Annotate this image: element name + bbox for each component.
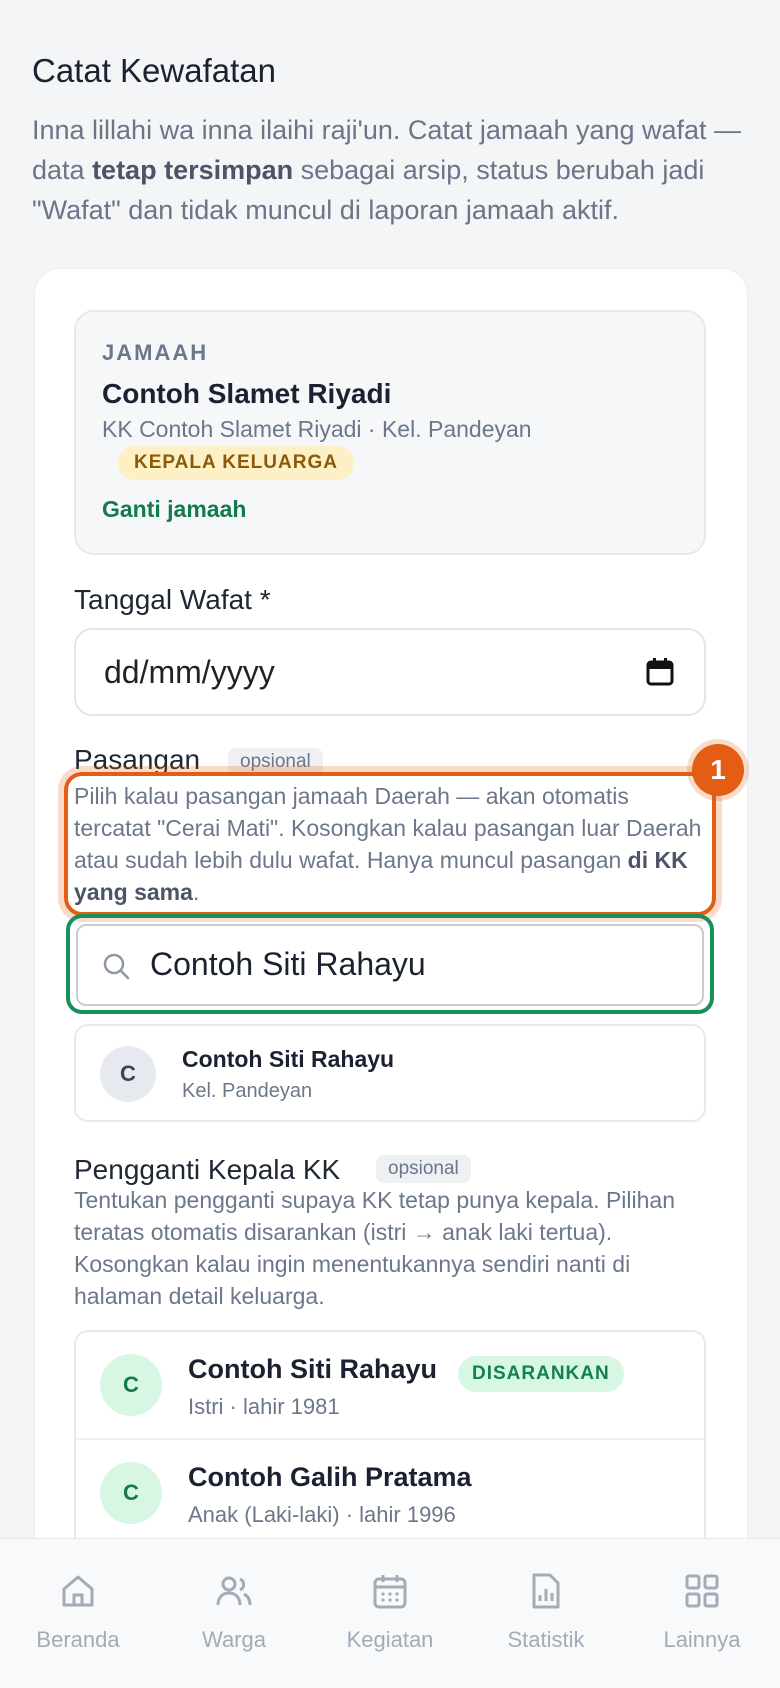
nav-item-beranda[interactable]: Beranda bbox=[0, 1539, 156, 1688]
nav-label: Kegiatan bbox=[346, 1627, 434, 1652]
nav-item-lainnya[interactable]: Lainnya bbox=[624, 1539, 780, 1688]
nav-label: Beranda bbox=[36, 1627, 120, 1652]
spouse-search-input[interactable]: Contoh Siti Rahayu bbox=[76, 924, 704, 1006]
calendar-icon bbox=[373, 1575, 407, 1609]
search-value: Contoh Siti Rahayu bbox=[150, 946, 426, 982]
avatar: C bbox=[100, 1462, 162, 1524]
avatar: C bbox=[100, 1354, 162, 1416]
candidate-row[interactable]: C Contoh Galih Pratama Anak (Laki-laki) … bbox=[76, 1440, 704, 1548]
nav-item-statistik[interactable]: Statistik bbox=[468, 1539, 624, 1688]
jamaah-subtitle: KK Contoh Slamet Riyadi · Kel. Pandeyan bbox=[102, 416, 532, 442]
candidate-row[interactable]: C Contoh Siti Rahayu DISARANKAN Istri · … bbox=[76, 1332, 704, 1440]
candidate-name: Contoh Siti Rahayu bbox=[188, 1354, 437, 1384]
jamaah-overline: JAMAAH bbox=[102, 340, 209, 365]
users-icon bbox=[216, 1576, 252, 1606]
result-subtitle: Kel. Pandeyan bbox=[182, 1080, 313, 1102]
successor-optional-tag: opsional bbox=[376, 1155, 471, 1183]
date-placeholder: dd/mm/yyyy bbox=[104, 654, 275, 690]
grid-icon bbox=[685, 1574, 719, 1608]
role-badge: KEPALA KELUARGA bbox=[118, 446, 354, 480]
annotation-highlight-box bbox=[64, 772, 716, 916]
jamaah-name: Contoh Slamet Riyadi bbox=[102, 378, 392, 409]
bottom-nav: Beranda Warga Kegiatan Statistik Lainnya bbox=[0, 1538, 780, 1688]
nav-label: Warga bbox=[202, 1627, 266, 1652]
result-name: Contoh Siti Rahayu bbox=[182, 1046, 395, 1072]
jamaah-summary: JAMAAH Contoh Slamet Riyadi KK Contoh Sl… bbox=[74, 310, 706, 555]
nav-item-warga[interactable]: Warga bbox=[156, 1539, 312, 1688]
change-jamaah-link[interactable]: Ganti jamaah bbox=[102, 496, 246, 523]
candidate-subtitle: Istri · lahir 1981 bbox=[188, 1394, 340, 1419]
calendar-icon[interactable] bbox=[644, 656, 676, 688]
search-icon bbox=[103, 953, 130, 980]
candidate-name: Contoh Galih Pratama bbox=[188, 1462, 472, 1492]
nav-label: Statistik bbox=[507, 1627, 585, 1652]
page: Catat Kewafatan Inna lillahi wa inna ila… bbox=[0, 0, 780, 1688]
successor-label: Pengganti Kepala KK bbox=[74, 1154, 341, 1185]
description-emphasis: tetap tersimpan bbox=[92, 155, 294, 185]
chart-icon bbox=[532, 1573, 560, 1609]
page-description: Inna lillahi wa inna ilaihi raji'un. Cat… bbox=[32, 110, 752, 230]
candidate-subtitle: Anak (Laki-laki) · lahir 1996 bbox=[188, 1502, 456, 1527]
death-date-input[interactable]: dd/mm/yyyy bbox=[74, 628, 706, 716]
annotation-number-badge: 1 bbox=[692, 744, 744, 796]
suggested-badge: DISARANKAN bbox=[458, 1356, 624, 1392]
nav-item-kegiatan[interactable]: Kegiatan bbox=[312, 1539, 468, 1688]
nav-label: Lainnya bbox=[663, 1627, 741, 1652]
avatar: C bbox=[100, 1046, 156, 1102]
death-date-label: Tanggal Wafat * bbox=[74, 584, 271, 615]
home-icon bbox=[62, 1575, 94, 1607]
spouse-result-item[interactable]: C Contoh Siti Rahayu Kel. Pandeyan bbox=[74, 1024, 706, 1122]
successor-help-text: Tentukan pengganti supaya KK tetap punya… bbox=[74, 1187, 675, 1309]
page-title: Catat Kewafatan bbox=[32, 52, 276, 89]
